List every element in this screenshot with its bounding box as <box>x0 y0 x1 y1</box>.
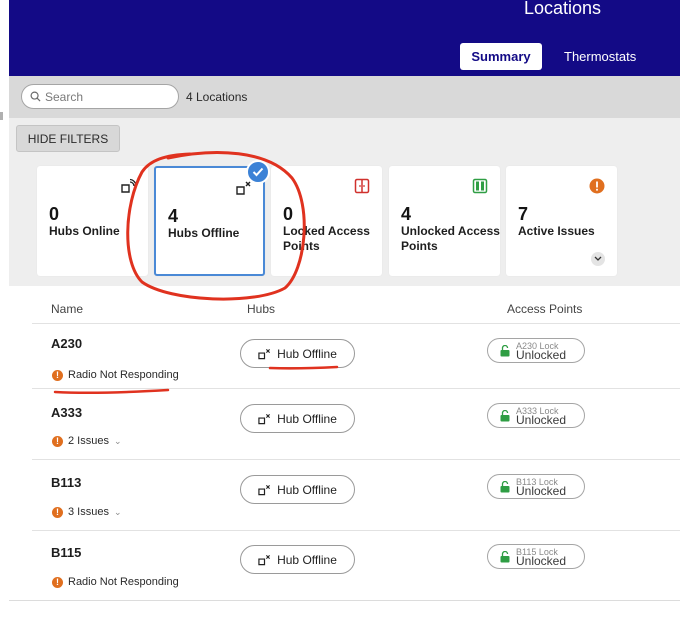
divider <box>32 530 680 531</box>
hub-status-pill[interactable]: Hub Offline <box>240 545 355 574</box>
locked-door-icon <box>354 178 370 194</box>
filter-card-hubs-online[interactable]: 0 Hubs Online <box>37 166 148 276</box>
unlocked-padlock-icon <box>500 344 510 356</box>
hub-status-pill[interactable]: Hub Offline <box>240 475 355 504</box>
card-label: Hubs Offline <box>168 226 240 240</box>
card-value: 4 <box>168 206 179 226</box>
locations-table: Name Hubs Access Points A230 ! Radio Not … <box>9 286 680 600</box>
access-point-pill[interactable]: A333 Lock Unlocked <box>487 403 585 428</box>
search-placeholder: Search <box>45 89 84 104</box>
card-value: 7 <box>518 204 529 224</box>
selected-check-icon <box>246 160 270 184</box>
card-label: Active Issues <box>518 224 595 238</box>
divider <box>9 600 680 601</box>
access-point-pill[interactable]: B113 Lock Unlocked <box>487 474 585 499</box>
card-label: Hubs Online <box>49 224 120 238</box>
card-label: Unlocked Access Points <box>401 224 500 253</box>
unlocked-padlock-icon <box>500 409 510 421</box>
issue-icon: ! <box>52 369 63 381</box>
access-point-state: Unlocked <box>516 347 567 362</box>
hub-status-pill[interactable]: Hub Offline <box>240 404 355 433</box>
column-header-hubs: Hubs <box>247 302 276 316</box>
row-status[interactable]: ! 3 Issues ⌄ <box>52 506 122 518</box>
hub-status-text: Hub Offline <box>277 482 337 497</box>
row-location-name[interactable]: B115 <box>51 545 81 560</box>
access-point-state: Unlocked <box>516 412 567 427</box>
row-status-text: 2 Issues <box>68 435 109 447</box>
search-input[interactable]: Search <box>21 84 179 109</box>
filter-card-hubs-offline[interactable]: 4 Hubs Offline <box>154 166 265 276</box>
chevron-down-icon: ⌄ <box>113 506 122 517</box>
row-location-name[interactable]: A230 <box>51 336 82 351</box>
card-value: 0 <box>49 204 60 224</box>
issue-icon: ! <box>52 576 63 588</box>
chevron-down-icon: ⌄ <box>113 435 122 446</box>
divider <box>32 323 680 324</box>
hub-offline-icon <box>258 348 271 359</box>
unlocked-padlock-icon <box>500 550 510 562</box>
chevron-down-icon[interactable] <box>591 252 605 266</box>
left-edge <box>0 0 9 634</box>
column-header-access-points: Access Points <box>507 302 583 316</box>
hub-online-icon <box>121 178 136 193</box>
search-bar: Search 4 Locations <box>9 76 680 118</box>
access-point-state: Unlocked <box>516 483 567 498</box>
card-value: 0 <box>283 204 294 224</box>
issue-icon: ! <box>52 506 63 518</box>
filter-card-locked-access-points[interactable]: 0 Locked Access Points <box>271 166 382 276</box>
issue-icon: ! <box>52 435 63 447</box>
row-status-text: 3 Issues <box>68 506 109 518</box>
column-header-name: Name <box>51 302 84 316</box>
unlocked-padlock-icon <box>500 480 510 492</box>
divider <box>32 459 680 460</box>
location-count: 4 Locations <box>186 90 248 104</box>
access-point-state: Unlocked <box>516 553 567 568</box>
row-location-name[interactable]: B113 <box>51 475 81 490</box>
card-label: Locked Access Points <box>283 224 370 253</box>
card-value: 4 <box>401 204 412 224</box>
tab-thermostats[interactable]: Thermostats <box>564 43 636 70</box>
filter-card-active-issues[interactable]: 7 Active Issues <box>506 166 617 276</box>
alert-icon <box>589 178 605 194</box>
filter-card-unlocked-access-points[interactable]: 4 Unlocked Access Points <box>389 166 500 276</box>
access-point-pill[interactable]: B115 Lock Unlocked <box>487 544 585 569</box>
row-status-text: Radio Not Responding <box>68 576 179 588</box>
access-point-pill[interactable]: A230 Lock Unlocked <box>487 338 585 363</box>
hub-status-text: Hub Offline <box>277 346 337 361</box>
hide-filters-button[interactable]: HIDE FILTERS <box>16 125 120 152</box>
hub-status-pill[interactable]: Hub Offline <box>240 339 355 368</box>
page-title: Locations <box>523 0 601 18</box>
hub-status-text: Hub Offline <box>277 411 337 426</box>
divider <box>32 388 680 389</box>
unlocked-door-icon <box>472 178 488 194</box>
top-header: Locations Summary Thermostats <box>9 0 680 76</box>
hub-offline-icon <box>236 181 251 195</box>
row-status: ! Radio Not Responding <box>52 576 179 588</box>
filter-panel: HIDE FILTERS 0 Hubs Online 4 Hubs Offlin… <box>9 118 680 286</box>
tab-summary[interactable]: Summary <box>460 43 542 70</box>
row-status: ! Radio Not Responding <box>52 369 179 381</box>
hub-status-text: Hub Offline <box>277 552 337 567</box>
row-status[interactable]: ! 2 Issues ⌄ <box>52 435 122 447</box>
hub-offline-icon <box>258 484 271 495</box>
hub-offline-icon <box>258 413 271 424</box>
search-icon <box>30 91 41 102</box>
row-status-text: Radio Not Responding <box>68 369 179 381</box>
row-location-name[interactable]: A333 <box>51 405 82 420</box>
hub-offline-icon <box>258 554 271 565</box>
edge-marker <box>0 112 3 120</box>
